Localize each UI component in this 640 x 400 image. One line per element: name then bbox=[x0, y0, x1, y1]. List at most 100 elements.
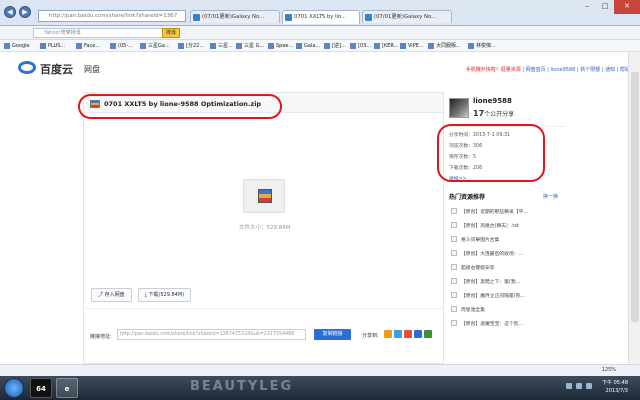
tab-favicon-icon bbox=[285, 14, 292, 21]
file-actions: ⤴ 存入网盘 ⤓ 下载(529.84M) bbox=[91, 288, 192, 302]
bookmark-item[interactable]: 三星... bbox=[210, 41, 233, 51]
scrollbar-thumb[interactable] bbox=[631, 72, 639, 322]
hot-item[interactable]: 【原创】大连最后的收场：... bbox=[451, 250, 523, 257]
back-icon[interactable]: ◀ bbox=[4, 6, 16, 18]
save-to-drive-button[interactable]: ⤴ 存入网盘 bbox=[91, 288, 132, 302]
zoom-level[interactable]: 125% bbox=[602, 367, 616, 373]
bookmark-item[interactable]: 大同服販... bbox=[428, 41, 461, 51]
header-links: 手机赚外快啦！逛量资源 | 网盘首页 | lione9588 | 新个限额 | … bbox=[465, 67, 630, 73]
close-icon[interactable]: ✕ bbox=[614, 0, 640, 14]
hot-item[interactable]: 【原创】魔界立正间隔差(凯... bbox=[451, 292, 525, 299]
user-share-count: 17个公开分享 bbox=[473, 109, 515, 118]
bookmark-icon bbox=[296, 43, 302, 49]
notify-link[interactable]: 通知 bbox=[605, 67, 615, 73]
file-icon bbox=[451, 208, 457, 214]
logo-text[interactable]: 百度云 bbox=[40, 61, 73, 77]
logo-section: 网盘 bbox=[84, 65, 100, 74]
user-link[interactable]: lione9588 bbox=[551, 67, 576, 73]
promo-link[interactable]: 手机赚外快啦！逛量资源 bbox=[466, 67, 521, 73]
copy-link-button[interactable]: 复制链接 bbox=[314, 329, 351, 340]
home-link[interactable]: 网盘首页 bbox=[526, 67, 546, 73]
page-scrollbar[interactable] bbox=[628, 52, 640, 364]
bookmark-icon bbox=[140, 43, 146, 49]
share-douban-icon[interactable] bbox=[424, 330, 432, 338]
file-icon bbox=[451, 236, 457, 242]
annotation-stats-highlight bbox=[437, 124, 545, 182]
hot-item[interactable]: 周星驰全集 bbox=[451, 306, 485, 313]
share-weibo-icon[interactable] bbox=[384, 330, 392, 338]
share-kaixin-icon[interactable] bbox=[414, 330, 422, 338]
minimize-icon[interactable]: – bbox=[578, 0, 596, 14]
hot-item[interactable]: 【原创】黑暗之下：第(我... bbox=[451, 278, 520, 285]
taskbar-ie-icon[interactable]: e bbox=[56, 378, 78, 398]
wallpaper-text: BEAUTYLEG bbox=[190, 379, 294, 394]
hot-item[interactable]: 【原创】凤凰台(穆夫）.txt bbox=[451, 222, 519, 229]
bookmark-item[interactable]: [KER... bbox=[374, 41, 398, 51]
tray-icon[interactable] bbox=[566, 383, 572, 389]
tray-icon[interactable] bbox=[586, 383, 592, 389]
bookmarks-bar: Google PLUS... Face... (05-... 三星Ga... [… bbox=[0, 40, 640, 52]
share-link-input[interactable]: http://pan.baidu.com/share/link?shareid=… bbox=[117, 329, 306, 340]
file-icon bbox=[451, 250, 457, 256]
refresh-hot-button[interactable]: 换一换 bbox=[543, 193, 558, 200]
bookmark-item[interactable]: 林俊傑... bbox=[468, 41, 496, 51]
bookmark-item[interactable]: Google bbox=[4, 41, 30, 51]
system-tray bbox=[566, 383, 592, 389]
start-button-icon[interactable] bbox=[4, 378, 24, 398]
maximize-icon[interactable]: □ bbox=[596, 0, 614, 14]
forward-icon[interactable]: ▶ bbox=[19, 6, 31, 18]
bookmark-icon bbox=[428, 43, 434, 49]
quota-link[interactable]: 新个限额 bbox=[580, 67, 600, 73]
hot-item[interactable]: 格斗问果图片合集 bbox=[451, 236, 499, 243]
bookmark-icon bbox=[40, 43, 46, 49]
toolbar-search-input[interactable]: Yahoo!奇摩搜尋 bbox=[33, 28, 165, 38]
browser-tab-bar: ◀ ▶ http://pan.baidu.com/share/link?shar… bbox=[0, 0, 640, 26]
bookmark-icon bbox=[76, 43, 82, 49]
taskbar-app-64[interactable]: 64 bbox=[30, 378, 52, 398]
bookmark-item[interactable]: Spee... bbox=[268, 41, 293, 51]
tab-2-active[interactable]: 0701 XXLT5 by lio... bbox=[282, 10, 360, 24]
bookmark-icon bbox=[468, 43, 474, 49]
file-size: 文件大小：529.84M bbox=[239, 225, 291, 231]
status-bar: 125% bbox=[0, 364, 640, 376]
bookmark-item[interactable]: [分22... bbox=[178, 41, 204, 51]
bookmark-icon bbox=[178, 43, 184, 49]
page-content: 百度云 网盘 手机赚外快啦！逛量资源 | 网盘首页 | lione9588 | … bbox=[0, 52, 640, 364]
bookmark-item[interactable]: (05-... bbox=[110, 41, 133, 51]
hot-item[interactable]: 超级右键版安装 bbox=[451, 264, 495, 271]
nav-buttons: ◀ ▶ bbox=[4, 6, 31, 18]
bookmark-item[interactable]: [逆]... bbox=[324, 41, 346, 51]
share-renren-icon[interactable] bbox=[404, 330, 412, 338]
tab-favicon-icon bbox=[365, 14, 372, 21]
address-bar[interactable]: http://pan.baidu.com/share/link?shareid=… bbox=[38, 10, 186, 22]
hot-item[interactable]: 【原创】恶魔宝宝：这个凯... bbox=[451, 320, 523, 327]
bookmark-icon bbox=[374, 43, 380, 49]
tray-icon[interactable] bbox=[576, 383, 582, 389]
file-icon bbox=[451, 292, 457, 298]
download-button[interactable]: ⤓ 下载(529.84M) bbox=[137, 288, 192, 302]
clock[interactable]: 下午 05:48 2013/7/3 bbox=[602, 379, 628, 395]
user-name[interactable]: lione9588 bbox=[473, 97, 512, 105]
tab-3[interactable]: (07/01更新)Galaxy No... bbox=[362, 10, 452, 23]
toolbar-search-button[interactable]: 搜尋 bbox=[162, 28, 180, 38]
hot-item[interactable]: 【原创】近期的那些精采【平... bbox=[451, 208, 528, 215]
bookmark-icon bbox=[400, 43, 406, 49]
bookmark-item[interactable]: Gala... bbox=[296, 41, 320, 51]
tab-1[interactable]: (07/01更新)Galaxy No... bbox=[190, 10, 280, 23]
bookmark-item[interactable]: [03... bbox=[350, 41, 371, 51]
search-toolbar: Yahoo!奇摩搜尋 搜尋 bbox=[0, 26, 640, 40]
bookmark-item[interactable]: 三星 G... bbox=[236, 41, 264, 51]
link-label: 链接地址: bbox=[90, 334, 112, 340]
bookmark-item[interactable]: 三星Ga... bbox=[140, 41, 170, 51]
bookmark-icon bbox=[236, 43, 242, 49]
hot-resources-title: 热门资源推荐 bbox=[449, 194, 486, 201]
bookmark-item[interactable]: Face... bbox=[76, 41, 100, 51]
share-qzone-icon[interactable] bbox=[394, 330, 402, 338]
user-avatar[interactable] bbox=[449, 98, 469, 118]
file-preview bbox=[243, 179, 285, 213]
file-panel: 0701 XXLT5 by lione-9588 Optimization.zi… bbox=[83, 92, 444, 364]
file-icon bbox=[451, 306, 457, 312]
share-label: 分享到: bbox=[362, 333, 379, 339]
bookmark-item[interactable]: ViPE... bbox=[400, 41, 424, 51]
bookmark-item[interactable]: PLUS... bbox=[40, 41, 65, 51]
